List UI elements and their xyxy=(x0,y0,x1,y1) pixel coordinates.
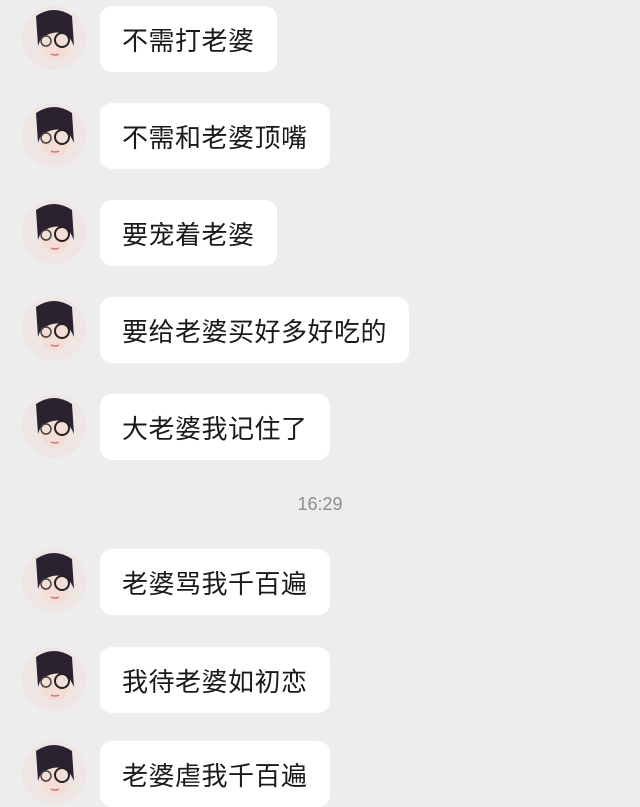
avatar[interactable] xyxy=(22,647,86,711)
avatar[interactable] xyxy=(22,549,86,613)
avatar[interactable] xyxy=(22,741,86,805)
message-bubble[interactable]: 不需打老婆 xyxy=(100,6,277,72)
message-bubble[interactable]: 老婆虐我千百遍 xyxy=(100,741,330,807)
message-bubble[interactable]: 我待老婆如初恋 xyxy=(100,647,330,713)
message-bubble[interactable]: 要宠着老婆 xyxy=(100,200,277,266)
message-row: 不需和老婆顶嘴 xyxy=(0,103,640,169)
message-row: 老婆虐我千百遍 xyxy=(0,741,640,807)
message-row: 大老婆我记住了 xyxy=(0,394,640,460)
chat-area: 不需打老婆 不需和老婆顶嘴 要宠着老婆 要给老婆买好多好吃的 大老婆我记住了 1… xyxy=(0,0,640,807)
message-bubble[interactable]: 老婆骂我千百遍 xyxy=(100,549,330,615)
message-row: 老婆骂我千百遍 xyxy=(0,549,640,615)
avatar[interactable] xyxy=(22,200,86,264)
avatar[interactable] xyxy=(22,394,86,458)
message-row: 要给老婆买好多好吃的 xyxy=(0,297,640,363)
message-text: 大老婆我记住了 xyxy=(122,414,308,445)
message-bubble[interactable]: 大老婆我记住了 xyxy=(100,394,330,460)
message-bubble[interactable]: 要给老婆买好多好吃的 xyxy=(100,297,410,363)
message-row: 要宠着老婆 xyxy=(0,200,640,266)
message-text: 不需和老婆顶嘴 xyxy=(122,123,308,154)
message-bubble[interactable]: 不需和老婆顶嘴 xyxy=(100,103,330,169)
message-text: 要宠着老婆 xyxy=(122,220,255,251)
message-row: 我待老婆如初恋 xyxy=(0,647,640,713)
avatar[interactable] xyxy=(22,103,86,167)
message-row: 不需打老婆 xyxy=(0,6,640,72)
avatar[interactable] xyxy=(22,297,86,361)
message-text: 老婆虐我千百遍 xyxy=(122,761,308,792)
avatar[interactable] xyxy=(22,6,86,70)
message-text: 不需打老婆 xyxy=(122,26,255,57)
message-text: 我待老婆如初恋 xyxy=(122,667,308,698)
message-text: 要给老婆买好多好吃的 xyxy=(122,317,388,348)
message-text: 老婆骂我千百遍 xyxy=(122,569,308,600)
timestamp: 16:29 xyxy=(297,494,343,514)
